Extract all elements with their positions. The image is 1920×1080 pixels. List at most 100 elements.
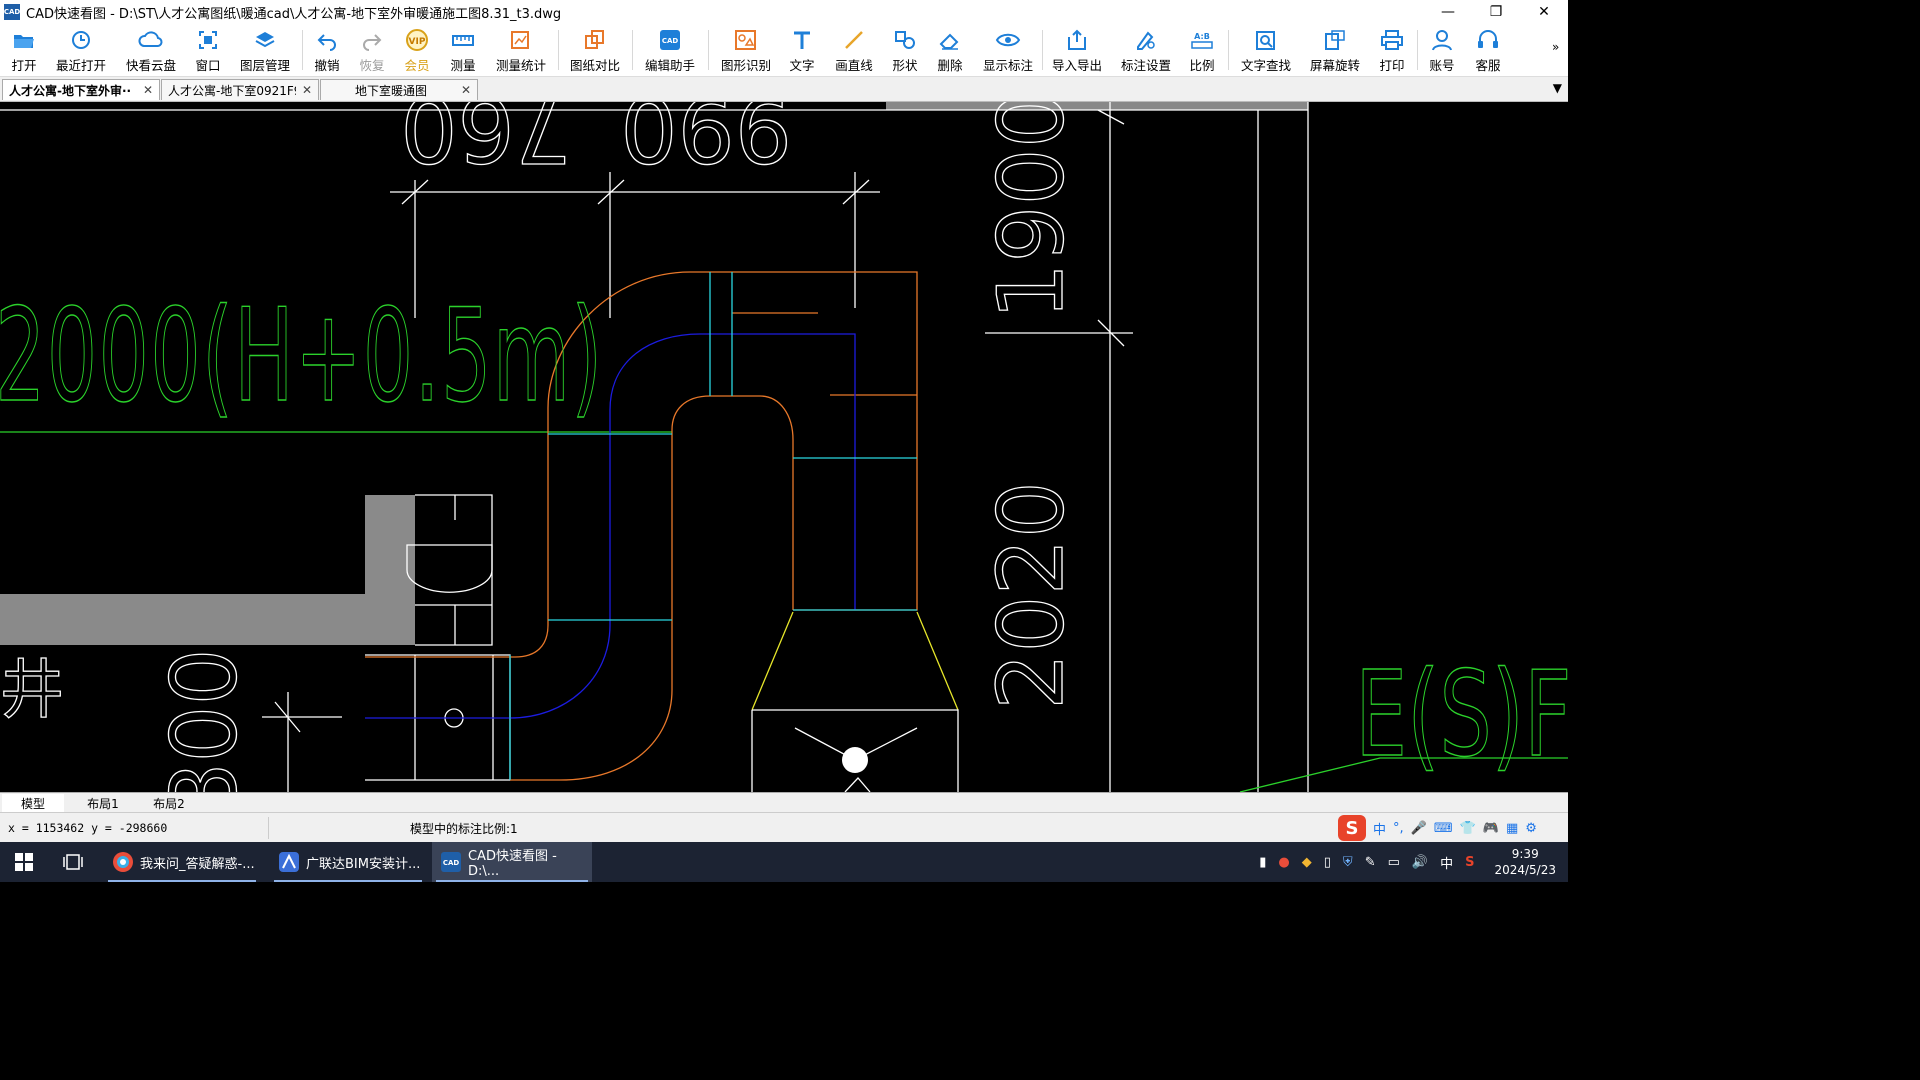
- start-button[interactable]: [0, 842, 48, 882]
- grid-apps-icon[interactable]: ▦: [1506, 821, 1518, 836]
- ime-mode[interactable]: 中: [1373, 819, 1386, 838]
- toolbar-overflow-button[interactable]: »: [1552, 40, 1559, 54]
- shield-icon[interactable]: ◆: [1302, 855, 1312, 870]
- toolbar-cloud-button[interactable]: 快看云盘: [124, 26, 178, 74]
- pen-icon[interactable]: ✎: [1365, 855, 1376, 870]
- toolbar-ratio-label: 比例: [1189, 58, 1215, 73]
- toolbar-account-button[interactable]: 账号: [1427, 26, 1457, 74]
- toolbar-measure-button[interactable]: 测量: [448, 26, 478, 74]
- window-title: CAD快速看图 - D:\ST\人才公寓图纸\暖通cad\人才公寓-地下室外审暖…: [26, 6, 562, 22]
- layout-tab-2[interactable]: 布局2: [138, 794, 200, 812]
- taskbar-app-browser[interactable]: 我来问_答疑解惑-...: [104, 842, 260, 882]
- usb-icon[interactable]: ▮: [1259, 855, 1266, 870]
- toolbar-line-label: 画直线: [835, 58, 873, 73]
- gamepad-icon[interactable]: 🎮: [1483, 821, 1499, 836]
- dim-2020: 2020: [979, 481, 1084, 710]
- toolbar-undo-button[interactable]: 撤销: [312, 26, 342, 74]
- toolbar-print-label: 打印: [1379, 58, 1405, 73]
- cad-app-icon: CAD: [441, 852, 461, 872]
- sogou-logo-icon[interactable]: S: [1338, 815, 1366, 841]
- toolbar-measure-label: 测量: [450, 58, 476, 73]
- dim-990: 990: [620, 102, 792, 181]
- task-view-icon: [63, 854, 83, 870]
- toolbar-line-button[interactable]: 画直线: [833, 26, 875, 74]
- layout-tab-model[interactable]: 模型: [2, 794, 64, 812]
- restore-button[interactable]: ❐: [1472, 0, 1520, 24]
- toolbar-measure-stats-label: 测量统计: [495, 58, 546, 73]
- redo-icon: [361, 26, 383, 54]
- window-frame-icon: [197, 26, 219, 54]
- close-icon[interactable]: ✕: [302, 83, 312, 97]
- annotation-scale: 模型中的标注比例:1: [410, 822, 518, 836]
- ime-punct[interactable]: °,: [1393, 821, 1404, 836]
- windows-logo-icon: [15, 853, 33, 871]
- toolbar-compare-button[interactable]: 图纸对比: [568, 26, 622, 74]
- toolbar-show-dim-label: 显示标注: [982, 58, 1033, 73]
- close-icon[interactable]: ✕: [461, 83, 471, 97]
- toolbar-service-button[interactable]: 客服: [1473, 26, 1503, 74]
- browser-icon: [113, 852, 133, 872]
- toolbar-find-text-label: 文字查找: [1240, 58, 1291, 73]
- toolbar-shape-recog-label: 图形识别: [720, 58, 771, 73]
- keyboard-icon[interactable]: ⌨: [1434, 821, 1453, 836]
- toolbar-delete-button[interactable]: 删除: [935, 26, 965, 74]
- doc-tab-2[interactable]: 人才公寓-地下室0921F9 ✕: [161, 79, 319, 100]
- close-button[interactable]: ✕: [1520, 0, 1568, 24]
- skin-icon[interactable]: 👕: [1460, 821, 1476, 836]
- layout-tab-1[interactable]: 布局1: [72, 794, 134, 812]
- cad-edit-icon: CAD: [658, 26, 682, 54]
- doc-tab-3[interactable]: 地下室暖通图 ✕: [320, 79, 478, 100]
- close-icon[interactable]: ✕: [143, 83, 153, 97]
- glodon-icon: [279, 852, 299, 872]
- doc-tab-1[interactable]: 人才公寓-地下室外审·· ✕: [2, 79, 160, 100]
- toolbar-recent-label: 最近打开: [55, 58, 106, 73]
- toolbar-show-dim-button[interactable]: 显示标注: [981, 26, 1035, 74]
- toolbar-open-button[interactable]: 打开: [8, 26, 40, 74]
- toolbar-shapes-label: 形状: [892, 58, 918, 73]
- settings-icon[interactable]: ⚙: [1525, 821, 1537, 836]
- toolbar-window-label: 窗口: [195, 58, 221, 73]
- toolbar-vip-button[interactable]: VIP 会员: [402, 26, 432, 74]
- drawing-canvas[interactable]: 2000(H+0.5m) 760 990 1900 2020 800 E(S)F…: [0, 102, 1568, 792]
- toolbar-ratio-button[interactable]: A:B 比例: [1187, 26, 1217, 74]
- toolbar-dim-settings-button[interactable]: 标注设置: [1119, 26, 1173, 74]
- toolbar-print-button[interactable]: 打印: [1377, 26, 1407, 74]
- tab-list-dropdown[interactable]: ▼: [1553, 81, 1562, 95]
- toolbar-text-label: 文字: [789, 58, 815, 73]
- app-logo-icon: CAD: [4, 4, 20, 20]
- volume-icon[interactable]: 🔊: [1412, 855, 1428, 870]
- system-clock[interactable]: 9:39 2024/5/23: [1494, 846, 1556, 878]
- vip-badge-icon: VIP: [404, 26, 430, 54]
- sogou-tray-icon[interactable]: S: [1465, 855, 1474, 870]
- defender-icon[interactable]: ⛨: [1343, 855, 1353, 870]
- toolbar-import-export-button[interactable]: 导入导出: [1050, 26, 1104, 74]
- dim-760: 760: [400, 102, 572, 181]
- taskbar-app-cad[interactable]: CAD CAD快速看图 - D:\...: [432, 842, 592, 882]
- toolbar-text-button[interactable]: 文字: [787, 26, 817, 74]
- toolbar-window-button[interactable]: 窗口: [192, 26, 224, 74]
- toolbar-rotate-button[interactable]: 屏幕旋转: [1308, 26, 1362, 74]
- shapes-icon: [893, 26, 917, 54]
- toolbar-edit-helper-button[interactable]: CAD 编辑助手: [643, 26, 697, 74]
- toolbar-layers-button[interactable]: 图层管理: [238, 26, 292, 74]
- eye-icon: [995, 26, 1021, 54]
- cloud-icon: [138, 26, 164, 54]
- svg-text:A:B: A:B: [1194, 32, 1210, 41]
- toolbar-delete-label: 删除: [937, 58, 963, 73]
- toolbar-layers-label: 图层管理: [239, 58, 290, 73]
- toolbar-shapes-button[interactable]: 形状: [890, 26, 920, 74]
- record-icon[interactable]: ●: [1278, 855, 1289, 870]
- ime-language[interactable]: 中: [1440, 853, 1453, 872]
- taskbar-app-glodon[interactable]: 广联达BIM安装计...: [270, 842, 426, 882]
- network-icon[interactable]: ▭: [1388, 855, 1400, 870]
- user-icon: [1430, 26, 1454, 54]
- minimize-button[interactable]: —: [1424, 0, 1472, 24]
- microphone-icon[interactable]: 🎤: [1411, 821, 1427, 836]
- toolbar-measure-stats-button[interactable]: 测量统计: [494, 26, 548, 74]
- toolbar-redo-button[interactable]: 恢复: [357, 26, 387, 74]
- toolbar-find-text-button[interactable]: 文字查找: [1239, 26, 1293, 74]
- battery-icon[interactable]: ▯: [1324, 855, 1331, 870]
- toolbar-recent-button[interactable]: 最近打开: [54, 26, 108, 74]
- task-view-button[interactable]: [52, 842, 94, 882]
- toolbar-shape-recog-button[interactable]: 图形识别: [719, 26, 773, 74]
